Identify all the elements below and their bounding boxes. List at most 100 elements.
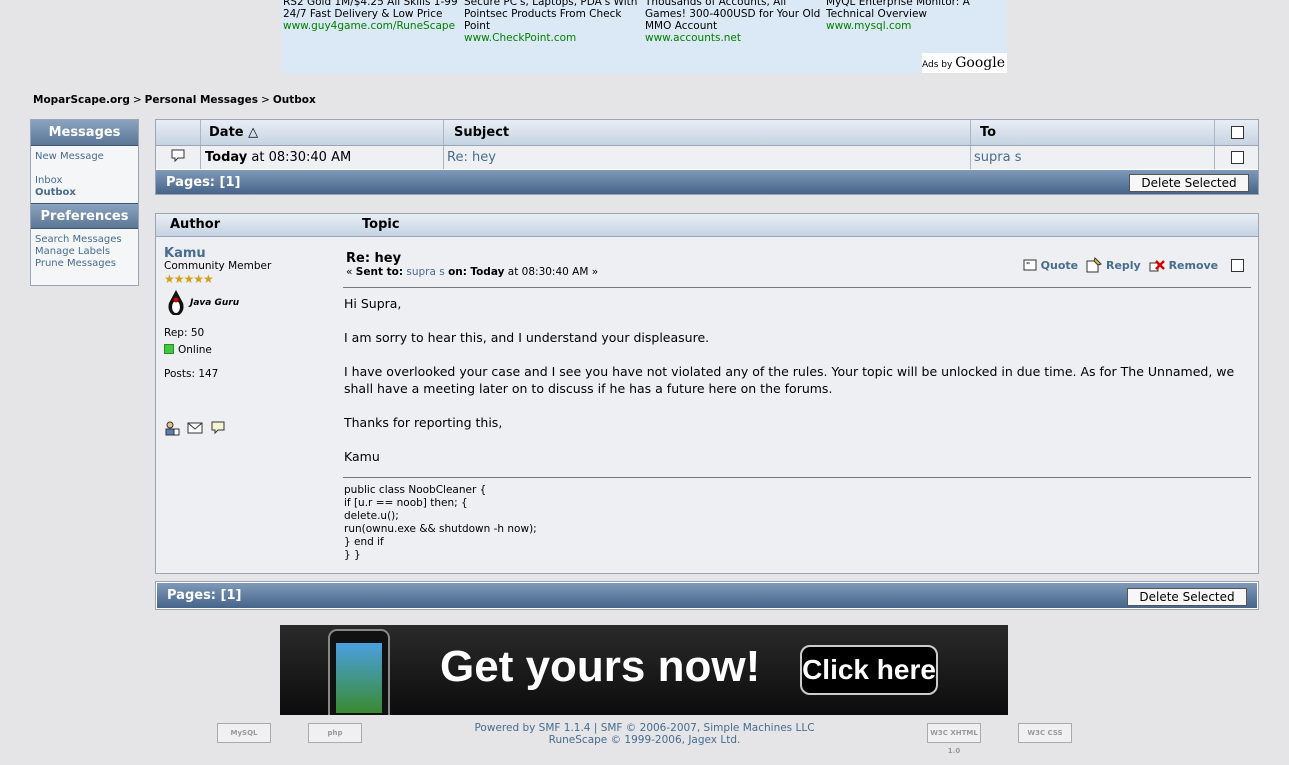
column-header-subject[interactable]: Subject <box>444 120 971 145</box>
sent-to-label: Sent to: <box>355 266 404 278</box>
post-header: Author Topic <box>155 213 1259 237</box>
breadcrumb-home[interactable]: MoparScape.org <box>33 94 130 106</box>
topic-column-label: Topic <box>362 217 400 232</box>
ad-item[interactable]: RS2 Gold 1M/$4.25 All Skills 1-99 24/7 F… <box>283 0 461 32</box>
table-row[interactable]: Today at 08:30:40 AM Re: hey supra s <box>156 146 1258 169</box>
css-badge[interactable]: W3C CSS <box>1018 723 1072 743</box>
post-select-checkbox[interactable] <box>1231 258 1244 272</box>
meta-close: » <box>591 266 599 278</box>
reply-icon[interactable] <box>1086 257 1102 273</box>
quote-icon[interactable]: " <box>1023 258 1037 272</box>
banner-ad[interactable]: Get yours now! Click here <box>280 625 1008 715</box>
meta-date-day: Today <box>470 266 505 278</box>
preferences-section: Search Messages Manage Labels Prune Mess… <box>31 229 138 274</box>
online-status: Online <box>164 344 334 357</box>
select-all-cell <box>1215 120 1260 145</box>
author-column-label: Author <box>170 217 221 232</box>
messages-section-title: Messages <box>31 120 138 146</box>
sidebar-item-outbox[interactable]: Outbox <box>35 187 134 199</box>
row-select-checkbox[interactable] <box>1231 151 1244 164</box>
ad-url[interactable]: www.mysql.com <box>826 20 1004 32</box>
quote-link[interactable]: Quote <box>1041 259 1078 272</box>
meta-date-time: at 08:30:40 AM <box>507 266 589 278</box>
message-meta: « Sent to: supra s on: Today at 08:30:40… <box>346 266 598 278</box>
date-header-label: Date <box>209 125 244 140</box>
column-header-to[interactable]: To <box>971 120 1215 145</box>
breadcrumb-separator: > <box>261 94 270 106</box>
email-icon[interactable] <box>187 420 203 436</box>
pages-bar-bottom-frame: Pages: [1] Delete Selected <box>155 581 1259 610</box>
ad-item[interactable]: Secure PC's, Laptops, PDA's With Pointse… <box>464 0 642 44</box>
ad-text: Secure PC's, Laptops, PDA's With Pointse… <box>464 0 638 32</box>
message-paragraph: I have overlooked your case and I see yo… <box>344 364 1235 396</box>
remove-link[interactable]: Remove <box>1169 259 1219 272</box>
column-header-date[interactable]: Date △ <box>201 120 444 145</box>
sidebar-item-manage-labels[interactable]: Manage Labels <box>35 246 134 258</box>
ads-by-google-link[interactable]: Ads by Google <box>922 53 1007 73</box>
badge-text: Java Guru <box>190 298 240 308</box>
poster-icons <box>164 420 229 439</box>
breadcrumb-separator: > <box>132 94 142 106</box>
sidebar-item-search-messages[interactable]: Search Messages <box>35 234 134 246</box>
google-logo: Google <box>955 55 1005 71</box>
ad-url[interactable]: www.guy4game.com/RuneScape <box>283 20 461 32</box>
message-paragraph: Hi Supra, <box>344 296 402 311</box>
message-body: Hi Supra, I am sorry to hear this, and I… <box>344 295 1244 482</box>
signature: public class NoobCleaner { if [u.r == no… <box>344 484 537 561</box>
rank-stars: ★★★★★ <box>164 272 214 286</box>
ad-text: RS2 Gold 1M/$4.25 All Skills 1-99 24/7 F… <box>283 0 458 20</box>
message-recipient-link[interactable]: supra s <box>971 146 1215 169</box>
signature-divider <box>343 477 1251 478</box>
on-label: on: <box>448 266 467 278</box>
pm-sidebar: Messages New Message Inbox Outbox Prefer… <box>30 119 139 286</box>
recipient-link[interactable]: supra s <box>406 266 444 278</box>
sidebar-item-new-message[interactable]: New Message <box>35 151 134 163</box>
footer-copyright[interactable]: RuneScape © 1999-2006, Jagex Ltd. <box>0 734 1289 746</box>
profile-icon[interactable] <box>164 420 180 436</box>
google-ads-block: RS2 Gold 1M/$4.25 All Skills 1-99 24/7 F… <box>281 0 1007 73</box>
pagination: Pages: [1] <box>166 175 240 190</box>
ad-item[interactable]: Thousands of Accounts, All Games! 300-40… <box>645 0 823 44</box>
xhtml-badge[interactable]: W3C XHTML 1.0 <box>927 723 981 755</box>
pages-bar-top: Pages: [1] Delete Selected <box>156 170 1258 194</box>
ad-item[interactable]: MyQL Enterprise Monitor: A Technical Ove… <box>826 0 1004 32</box>
message-list-header: Date △ Subject To <box>156 120 1258 146</box>
click-here-button[interactable]: Click here <box>800 645 938 695</box>
sort-asc-icon: △ <box>248 125 259 140</box>
poster-posts: Posts: 147 <box>164 368 219 380</box>
page-link[interactable]: [1] <box>220 175 241 190</box>
message-paragraph: I am sorry to hear this, and I understan… <box>344 330 710 345</box>
delete-selected-button[interactable]: Delete Selected <box>1129 174 1249 192</box>
reply-link[interactable]: Reply <box>1106 259 1141 272</box>
breadcrumb-personal-messages[interactable]: Personal Messages <box>145 94 258 106</box>
ad-url[interactable]: www.CheckPoint.com <box>464 32 642 44</box>
pages-bar-bottom: Pages: [1] Delete Selected <box>157 583 1257 608</box>
footer-powered-by[interactable]: Powered by SMF 1.1.4 | SMF © 2006-2007, … <box>0 722 1289 734</box>
footer: Powered by SMF 1.1.4 | SMF © 2006-2007, … <box>0 722 1289 746</box>
message-post: Kamu Community Member ★★★★★ Java Guru Re… <box>155 237 1259 574</box>
ad-url[interactable]: www.accounts.net <box>645 32 823 44</box>
messages-section: New Message Inbox Outbox <box>31 146 138 203</box>
select-all-checkbox[interactable] <box>1231 126 1244 139</box>
online-dot-icon <box>164 344 174 354</box>
poster-rep: Rep: 50 <box>164 327 205 339</box>
sidebar-item-prune-messages[interactable]: Prune Messages <box>35 258 134 270</box>
phone-image <box>328 629 390 715</box>
message-date-day: Today <box>205 150 248 165</box>
sidebar-item-inbox[interactable]: Inbox <box>35 175 134 187</box>
header-icon-col <box>156 120 201 145</box>
svg-text:": " <box>1026 261 1030 270</box>
delete-selected-button[interactable]: Delete Selected <box>1127 588 1247 606</box>
message-icon-cell <box>156 146 201 169</box>
poster-name-link[interactable]: Kamu <box>164 247 334 260</box>
message-subject-link[interactable]: Re: hey <box>444 146 971 169</box>
remove-icon[interactable] <box>1149 257 1165 273</box>
message-title: Re: hey <box>346 251 402 266</box>
duke-mascot-icon <box>168 290 184 315</box>
message-date-cell: Today at 08:30:40 AM <box>201 146 444 169</box>
breadcrumb-outbox[interactable]: Outbox <box>273 94 316 106</box>
message-date-time: at 08:30:40 AM <box>247 150 352 165</box>
page-link[interactable]: [1] <box>221 588 242 603</box>
personal-message-icon[interactable] <box>210 420 226 436</box>
message-paragraph: Kamu <box>344 449 380 464</box>
